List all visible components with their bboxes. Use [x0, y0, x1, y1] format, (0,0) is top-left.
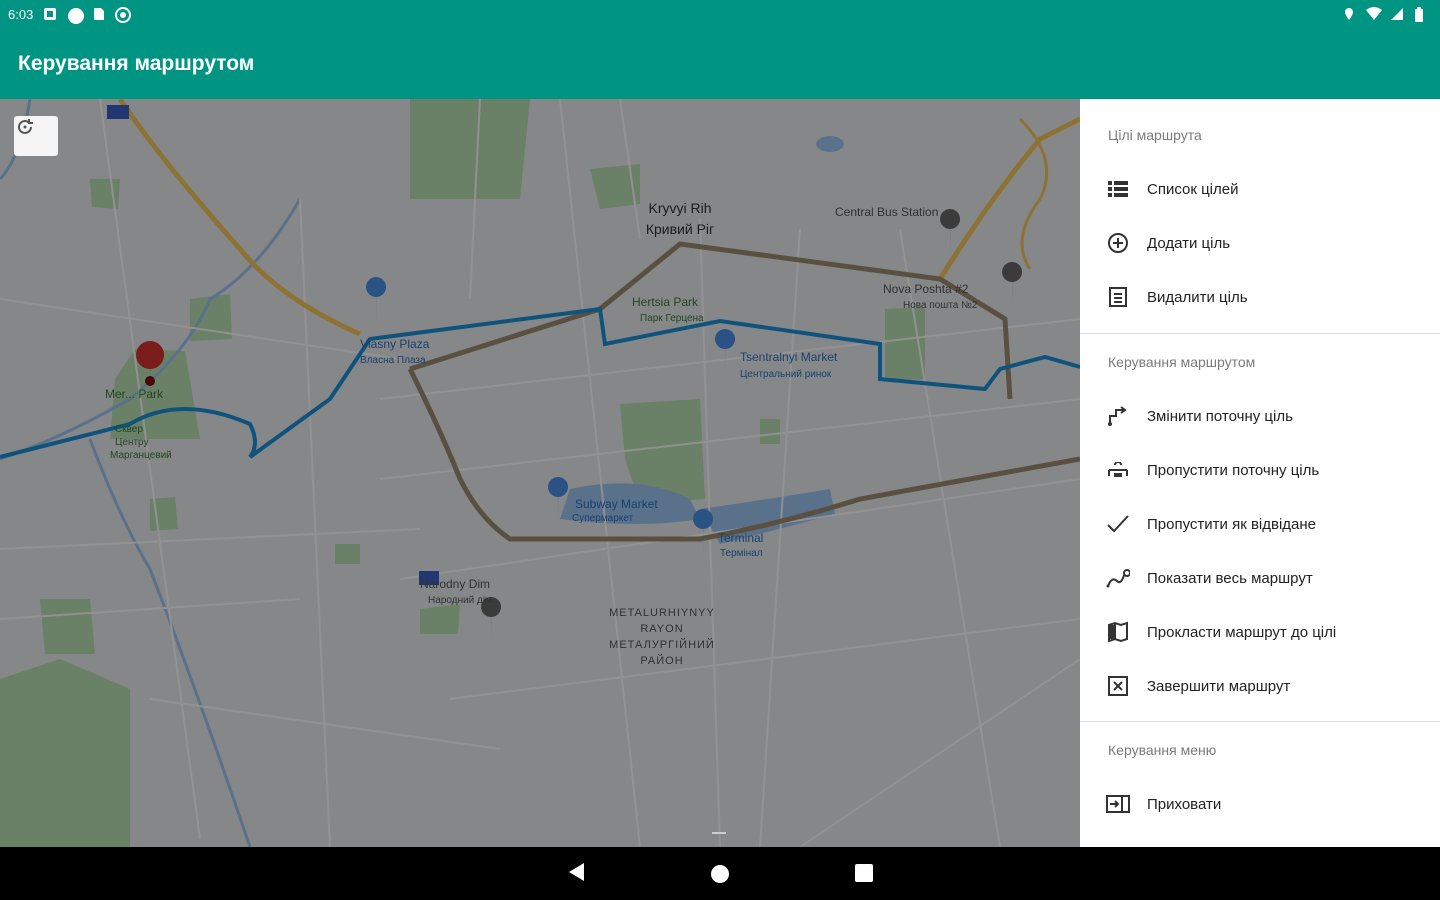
settings-icon: [115, 7, 132, 23]
menu-item-finish-route[interactable]: Завершити маршрут: [1080, 659, 1440, 713]
menu-item-label: Видалити ціль: [1147, 288, 1248, 306]
menu-item-delete-target[interactable]: Видалити ціль: [1080, 270, 1440, 324]
delete-document-icon: [1106, 285, 1130, 309]
battery-icon: [1414, 7, 1428, 22]
map-icon: [1106, 620, 1130, 644]
section-header-targets: Цілі маршрута: [1108, 127, 1202, 143]
system-nav-bar: [0, 847, 1440, 900]
app-bar: Керування маршрутом: [0, 28, 1440, 99]
menu-item-add-target[interactable]: Додати ціль: [1080, 216, 1440, 270]
menu-item-target-list[interactable]: Список цілей: [1080, 162, 1440, 216]
menu-item-build-route[interactable]: Прокласти маршрут до цілі: [1080, 605, 1440, 659]
sd-card-icon: [91, 7, 105, 21]
divider: [1080, 333, 1440, 334]
check-icon: [1106, 512, 1130, 536]
section-header-route: Керування маршрутом: [1108, 354, 1256, 370]
recenter-button[interactable]: [14, 116, 58, 156]
menu-item-label: Приховати: [1147, 795, 1222, 813]
route-icon: [1106, 566, 1130, 590]
status-time: 6:03: [8, 6, 34, 22]
menu-item-label: Пропустити поточну ціль: [1147, 461, 1320, 479]
navigation-drawer: Цілі маршрута Список цілей Додати ціль В…: [1080, 99, 1440, 847]
skip-target-icon: [1106, 458, 1130, 482]
menu-item-label: Додати ціль: [1147, 234, 1231, 252]
menu-item-change-target[interactable]: Змінити поточну ціль: [1080, 389, 1440, 443]
notification-icon: [43, 7, 57, 21]
menu-item-label: Завершити маршрут: [1147, 677, 1291, 695]
section-header-menu: Керування меню: [1108, 742, 1217, 758]
page-title: Керування маршрутом: [18, 52, 255, 75]
menu-item-mark-visited[interactable]: Пропустити як відвідане: [1080, 497, 1440, 551]
signal-icon: [1390, 7, 1404, 21]
menu-item-skip-target[interactable]: Пропустити поточну ціль: [1080, 443, 1440, 497]
location-icon: [1342, 7, 1356, 21]
menu-item-label: Змінити поточну ціль: [1147, 407, 1293, 425]
recents-button[interactable]: [855, 864, 873, 887]
menu-item-show-route[interactable]: Показати весь маршрут: [1080, 551, 1440, 605]
drawer-scrim[interactable]: [0, 99, 1080, 847]
menu-item-label: Показати весь маршрут: [1147, 569, 1313, 587]
menu-item-label: Прокласти маршрут до цілі: [1147, 623, 1337, 641]
list-icon: [1106, 177, 1130, 201]
bottom-sheet-handle[interactable]: [712, 832, 726, 834]
circle-icon: [67, 7, 85, 24]
home-button[interactable]: [710, 864, 730, 889]
back-button[interactable]: [566, 861, 586, 888]
menu-item-label: Список цілей: [1147, 180, 1239, 198]
close-box-icon: [1106, 674, 1130, 698]
change-target-icon: [1106, 404, 1130, 428]
hide-icon: [1106, 792, 1130, 816]
add-circle-icon: [1106, 231, 1130, 255]
status-bar: 6:03: [0, 0, 1440, 28]
map-view[interactable]: Kryvyi Rih Кривий Ріг Central Bus Statio…: [0, 99, 1080, 847]
wifi-icon: [1366, 7, 1382, 21]
menu-item-label: Пропустити як відвідане: [1147, 515, 1317, 533]
divider: [1080, 721, 1440, 722]
menu-item-hide[interactable]: Приховати: [1080, 777, 1440, 831]
